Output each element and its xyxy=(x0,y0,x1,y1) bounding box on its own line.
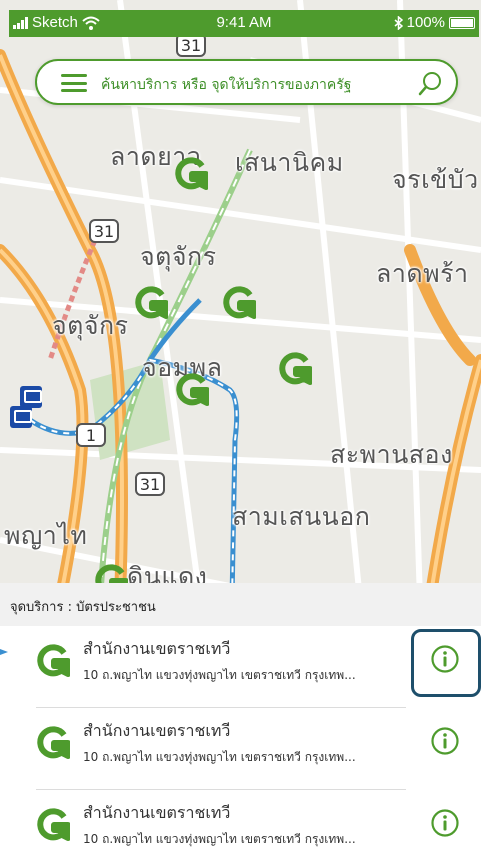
pointer-arrow-icon xyxy=(0,649,8,655)
map-label: จรเข้บัว xyxy=(392,165,479,194)
item-address: 10 ถ.พญาไท แขวงทุ่งพญาไท เขตราชเทวี กรุง… xyxy=(83,750,356,764)
item-address: 10 ถ.พญาไท แขวงทุ่งพญาไท เขตราชเทวี กรุง… xyxy=(83,668,356,682)
item-name: สำนักงานเขตราชเทวี xyxy=(83,639,231,658)
road-shield: 31 xyxy=(135,472,165,496)
battery-icon xyxy=(449,16,475,29)
battery-percent: 100% xyxy=(406,14,445,31)
list-item[interactable]: สำนักงานเขตราชเทวี 10 ถ.พญาไท แขวงทุ่งพญ… xyxy=(0,790,481,854)
bus-stop-icon xyxy=(10,406,32,428)
list-item[interactable]: สำนักงานเขตราชเทวี 10 ถ.พญาไท แขวงทุ่งพญ… xyxy=(0,708,481,790)
info-icon[interactable] xyxy=(430,808,460,838)
map-label: สามเสนนอก xyxy=(232,502,371,531)
item-address: 10 ถ.พญาไท แขวงทุ่งพญาไท เขตราชเทวี กรุง… xyxy=(83,832,356,846)
search-input[interactable]: ค้นหาบริการ หรือ จุดให้บริการของภาครัฐ xyxy=(101,74,351,96)
road-shield: 31 xyxy=(89,219,119,243)
item-name: สำนักงานเขตราชเทวี xyxy=(83,721,231,740)
map-label: สะพานสอง xyxy=(330,440,453,469)
status-bar: Sketch 9:41 AM 100% xyxy=(9,10,479,37)
sheet-title: จุดบริการ : บัตรประชาชน xyxy=(10,600,156,615)
map-label: จตุจักร xyxy=(52,311,129,340)
gcenter-logo-icon xyxy=(37,644,70,677)
map-label: ลาดพร้า xyxy=(376,259,469,288)
gcenter-logo-icon[interactable] xyxy=(222,286,256,320)
gcenter-logo-icon xyxy=(37,726,70,759)
service-point-sheet: จุดบริการ : บัตรประชาชน สำนักงานเขตราชเท… xyxy=(0,583,481,854)
gcenter-logo-icon xyxy=(37,808,70,841)
gcenter-logo-icon[interactable] xyxy=(175,373,209,407)
info-button-highlight xyxy=(411,629,481,697)
map-label: จตุจักร xyxy=(140,242,217,271)
sheet-header: จุดบริการ : บัตรประชาชน xyxy=(0,583,481,626)
gcenter-logo-icon[interactable] xyxy=(278,352,312,386)
search-bar[interactable]: ค้นหาบริการ หรือ จุดให้บริการของภาครัฐ xyxy=(35,59,458,105)
road-shield: 1 xyxy=(76,423,106,447)
status-right: 100% xyxy=(394,14,475,31)
gcenter-logo-icon[interactable] xyxy=(134,286,168,320)
menu-icon[interactable] xyxy=(61,74,87,92)
bluetooth-icon xyxy=(394,15,403,30)
map-label: เสนานิคม xyxy=(235,148,344,177)
list-item[interactable]: สำนักงานเขตราชเทวี 10 ถ.พญาไท แขวงทุ่งพญ… xyxy=(0,626,481,708)
item-name: สำนักงานเขตราชเทวี xyxy=(83,803,231,822)
map-label: พญาไท xyxy=(4,521,88,550)
gcenter-logo-icon[interactable] xyxy=(174,157,208,191)
app-screen: ลาดยาว เสนานิคม จรเข้บัว จตุจักร ลาดพร้า… xyxy=(0,0,481,854)
info-icon[interactable] xyxy=(430,726,460,756)
bus-stop-icon xyxy=(20,386,42,408)
search-icon[interactable] xyxy=(418,70,444,96)
